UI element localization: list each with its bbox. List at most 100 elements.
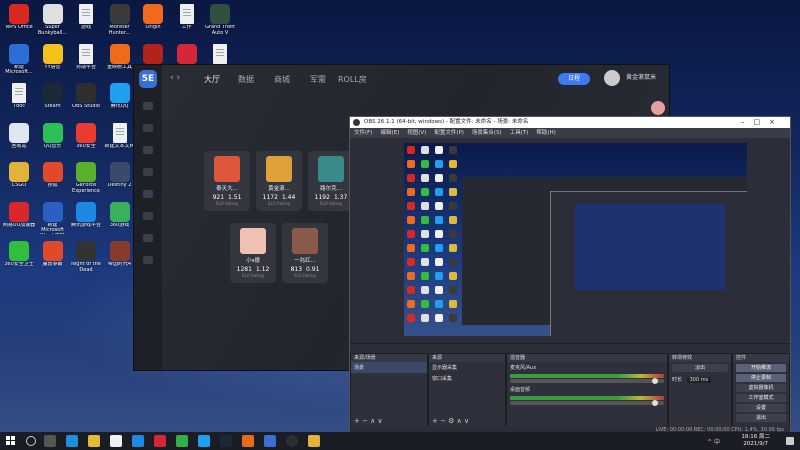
obs-menu-item[interactable]: 场景集合(S)	[472, 130, 502, 136]
obs-control-button[interactable]: 停止录制	[736, 374, 786, 382]
player-avatar	[292, 228, 318, 254]
desktop-icon[interactable]: QQ音乐	[36, 121, 70, 159]
obs-menu-item[interactable]: 编辑(E)	[380, 130, 399, 136]
player-card[interactable]: 小s德 1281 1.12 ELO Rating	[230, 223, 276, 283]
desktop-icon[interactable]: GeForce Experience	[69, 160, 103, 198]
sidebar-search-icon[interactable]	[143, 234, 153, 242]
mini-avatar-icon[interactable]	[651, 101, 665, 115]
desktop-icon[interactable]: OBS Studio	[69, 81, 103, 119]
desktop-icon[interactable]: 帝国时代4	[103, 239, 137, 277]
nav-shop[interactable]: 商城	[274, 74, 290, 85]
task-view-icon[interactable]	[44, 435, 56, 447]
obs-menu-item[interactable]: 帮助(H)	[536, 130, 555, 136]
nav-supply[interactable]: 军需	[310, 74, 326, 85]
obs-preview[interactable]	[404, 143, 747, 336]
duration-input[interactable]: 300 ms	[686, 377, 712, 383]
desktop-icon[interactable]: Tdoc	[2, 81, 36, 119]
player-card[interactable]: 一兆红... 813 0.91 ELO Rating	[282, 223, 328, 283]
browser-icon[interactable]	[176, 435, 188, 447]
steam-icon[interactable]	[220, 435, 232, 447]
player-card[interactable]: 黄金滚... 1172 1.44 ELO Rating	[256, 151, 302, 211]
desktop-icon[interactable]: Grand Theft Auto V	[203, 2, 237, 40]
nav-data[interactable]: 数据	[238, 74, 254, 85]
desktop-icon[interactable]: 重映射工具	[103, 42, 137, 80]
app-icon[interactable]	[132, 435, 144, 447]
desktop-icon[interactable]: 魔兽争霸	[36, 239, 70, 277]
desktop-icon[interactable]: Origin	[136, 2, 170, 40]
netease-music-icon[interactable]	[154, 435, 166, 447]
sidebar-chart-icon[interactable]	[143, 146, 153, 154]
desktop-icon[interactable]: 360安全	[69, 121, 103, 159]
source-item[interactable]: 显示器采集	[429, 362, 505, 373]
obs-control-button[interactable]: 虚拟摄像机	[736, 384, 786, 392]
search-icon[interactable]	[26, 436, 36, 446]
user-avatar[interactable]	[604, 70, 620, 86]
sidebar-wifi-icon[interactable]	[143, 212, 153, 220]
desktop-icon[interactable]: 新建 Microsoft...	[2, 42, 36, 80]
desktop-icon[interactable]: Super Bunkyball...	[36, 2, 70, 40]
obs-control-button[interactable]: 退出	[736, 414, 786, 422]
desktop-icon[interactable]: 腾讯QQ	[103, 81, 137, 119]
window-controls[interactable]: –□×	[741, 117, 784, 128]
desktop-icon[interactable]: 网易UU加速器	[2, 200, 36, 238]
desktop-icon[interactable]: 回收站	[2, 121, 36, 159]
csgo-icon[interactable]	[308, 435, 320, 447]
desktop-icon[interactable]: 对战平台	[69, 42, 103, 80]
desktop-icon[interactable]: Steam	[36, 81, 70, 119]
sidebar-bell-icon[interactable]	[143, 256, 153, 264]
sidebar-home-icon[interactable]	[143, 102, 153, 110]
desktop-icon[interactable]: YY语音	[36, 42, 70, 80]
desktop-icon[interactable]: Night of the Dead	[69, 239, 103, 277]
desktop-icon[interactable]: 游戏	[69, 2, 103, 40]
player-name: 小s德	[246, 258, 260, 264]
obs-control-button[interactable]: 工作室模式	[736, 394, 786, 402]
desktop-icon[interactable]: 搜狐	[36, 160, 70, 198]
obs-icon[interactable]	[286, 435, 298, 447]
notepad-icon[interactable]	[110, 435, 122, 447]
fader-knob[interactable]	[652, 378, 658, 384]
start-icon[interactable]	[6, 436, 15, 445]
sidebar-shield-icon[interactable]	[143, 124, 153, 132]
fader-knob[interactable]	[652, 400, 658, 406]
desktop-icon[interactable]: 腾讯游戏平台	[69, 200, 103, 238]
desktop-icon[interactable]: CSGO	[2, 160, 36, 198]
desktop-icon[interactable]: 新建 Microsoft Word 文档	[36, 200, 70, 238]
desktop-icon[interactable]: 新建文本文档	[103, 121, 137, 159]
scene-dock-controls[interactable]: + − ∧ ∨	[351, 417, 427, 426]
volume-fader[interactable]	[510, 400, 664, 406]
game-client-icon[interactable]	[264, 435, 276, 447]
desktop-icon[interactable]: Monster Hunter...	[103, 2, 137, 40]
nav-lobby[interactable]: 大厅	[204, 74, 220, 85]
notification-icon[interactable]	[786, 437, 794, 445]
clock[interactable]: 18:16 周二 2021/9/7	[741, 434, 770, 448]
promo-button[interactable]: 日程	[558, 73, 590, 85]
edge-icon[interactable]	[66, 435, 78, 447]
source-dock-controls[interactable]: + − ⚙ ∧ ∨	[429, 417, 505, 426]
obs-menu-item[interactable]: 配置文件(P)	[434, 130, 464, 136]
sidebar-gear-icon[interactable]	[143, 190, 153, 198]
desktop-icon[interactable]: 360安全卫士	[2, 239, 36, 277]
back-icon[interactable]: ‹ ›	[170, 73, 180, 83]
desktop-icon[interactable]: 工作	[170, 2, 204, 40]
obs-menu-item[interactable]: 视图(V)	[407, 130, 426, 136]
player-card[interactable]: 泰天大... 921 1.51 ELO Rating	[204, 151, 250, 211]
source-item[interactable]: 窗口采集	[429, 373, 505, 384]
obs-menu-item[interactable]: 文件(F)	[354, 130, 372, 136]
sidebar-flag-icon[interactable]	[143, 168, 153, 176]
obs-control-button[interactable]: 设置	[736, 404, 786, 412]
obs-control-button[interactable]: 开始推流	[736, 364, 786, 372]
transition-select[interactable]: 淡出	[672, 364, 728, 372]
stat-labels: ELO Rating	[282, 273, 328, 278]
nav-roll[interactable]: ROLL房	[338, 74, 367, 85]
desktop-icon[interactable]: Destiny 2	[103, 160, 137, 198]
qq-icon[interactable]	[198, 435, 210, 447]
desktop-icon[interactable]: 360游戏	[103, 200, 137, 238]
obs-menu-item[interactable]: 工具(T)	[510, 130, 529, 136]
player-card[interactable]: 路尔克... 1192 1.37 ELO Rating	[308, 151, 354, 211]
system-tray[interactable]: ^ 中	[707, 437, 720, 446]
douyu-icon[interactable]	[242, 435, 254, 447]
scene-item[interactable]: 场景	[351, 362, 427, 373]
volume-fader[interactable]	[510, 378, 664, 384]
desktop-icon[interactable]: WPS Office	[2, 2, 36, 40]
folder-icon[interactable]	[88, 435, 100, 447]
